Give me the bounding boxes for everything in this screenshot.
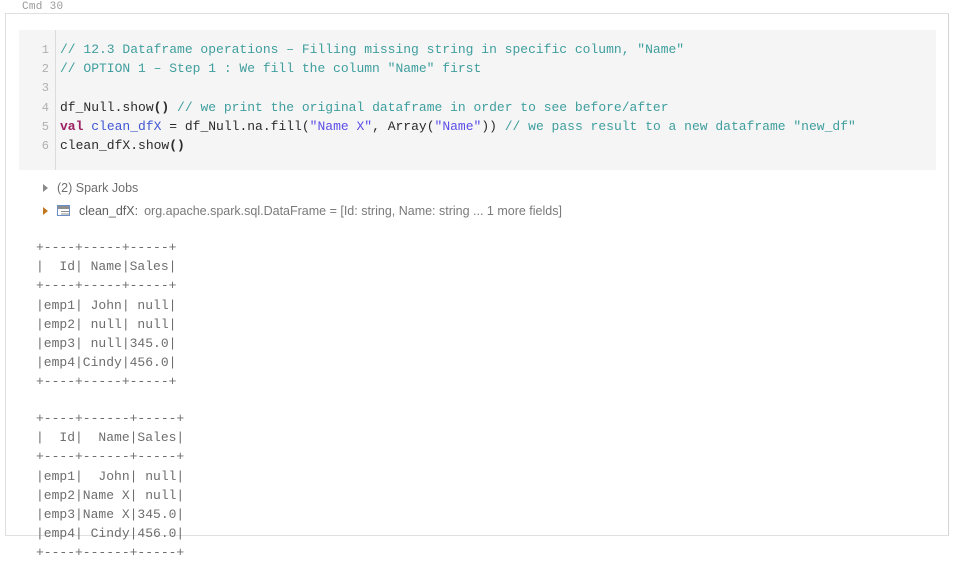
token-plain: = df_Null.na.fill( xyxy=(161,118,310,134)
line-number: 2 xyxy=(41,62,49,77)
spark-jobs-row[interactable]: (2) Spark Jobs xyxy=(19,178,936,197)
token-punct: () xyxy=(169,137,185,153)
code-line[interactable]: 3 xyxy=(19,78,936,97)
results-panel: (2) Spark Jobs clean_dfX: org.apache.spa… xyxy=(19,178,936,220)
code-line-text: // OPTION 1 – Step 1 : We fill the colum… xyxy=(49,59,481,78)
code-line[interactable]: 6 clean_dfX.show() xyxy=(19,136,936,155)
code-line-text: clean_dfX.show() xyxy=(49,136,185,155)
dataframe-schema-row[interactable]: clean_dfX: org.apache.spark.sql.DataFram… xyxy=(19,201,936,220)
line-number: 5 xyxy=(41,119,49,134)
table-grid-icon xyxy=(57,205,70,216)
token-plain: , Array( xyxy=(372,118,435,134)
line-number: 1 xyxy=(41,43,49,57)
notebook-cell: Cmd 30 1 // 12.3 Dataframe operations – F… xyxy=(5,1,949,560)
token-ident: clean_dfX xyxy=(91,118,162,134)
line-number: 3 xyxy=(41,81,49,96)
code-line-text: df_Null.show() // we print the original … xyxy=(49,98,669,117)
code-line-text: // 12.3 Dataframe operations – Filling m… xyxy=(49,40,684,59)
token-punct: () xyxy=(153,99,170,115)
code-editor[interactable]: 1 // 12.3 Dataframe operations – Filling … xyxy=(19,30,936,170)
code-lines[interactable]: 1 // 12.3 Dataframe operations – Filling … xyxy=(19,40,936,155)
spark-jobs-label: (2) Spark Jobs xyxy=(57,180,139,195)
token-comment: // we print the original dataframe in or… xyxy=(177,99,669,115)
cmd-label: Cmd 30 xyxy=(22,1,64,13)
code-line[interactable]: 4 df_Null.show() // we print the original… xyxy=(19,98,936,117)
token-plain: clean_dfX.show xyxy=(60,137,170,153)
line-number: 4 xyxy=(41,100,49,115)
token-plain: df_Null.show xyxy=(60,99,154,115)
code-line[interactable]: 5 val clean_dfX = df_Null.na.fill("Name X… xyxy=(19,117,936,136)
output-table-before: +----+-----+-----+ | Id| Name|Sales| +--… xyxy=(36,240,177,390)
token-comment: // 12.3 Dataframe operations – Filling m… xyxy=(60,42,685,57)
token-comment: // OPTION 1 – Step 1 : We fill the colum… xyxy=(60,61,482,77)
token-string: "Name X" xyxy=(309,118,373,134)
output-table-after: +----+------+-----+ | Id| Name|Sales| +-… xyxy=(36,411,185,561)
code-line-text: val clean_dfX = df_Null.na.fill("Name X"… xyxy=(49,117,856,136)
code-line[interactable]: 2 // OPTION 1 – Step 1 : We fill the colu… xyxy=(19,59,936,78)
token-plain: )) xyxy=(481,118,505,134)
dataframe-variable-name: clean_dfX: xyxy=(79,203,139,218)
token-string: "Name" xyxy=(434,118,482,134)
line-number: 6 xyxy=(41,138,49,153)
token-keyword: val xyxy=(60,118,84,134)
dataframe-type-signature: org.apache.spark.sql.DataFrame = [Id: st… xyxy=(144,203,562,218)
chevron-right-icon[interactable] xyxy=(43,183,48,192)
token-comment: // we pass result to a new dataframe "ne… xyxy=(504,118,856,134)
code-line[interactable]: 1 // 12.3 Dataframe operations – Filling … xyxy=(19,40,936,59)
chevron-right-icon[interactable] xyxy=(43,206,48,215)
